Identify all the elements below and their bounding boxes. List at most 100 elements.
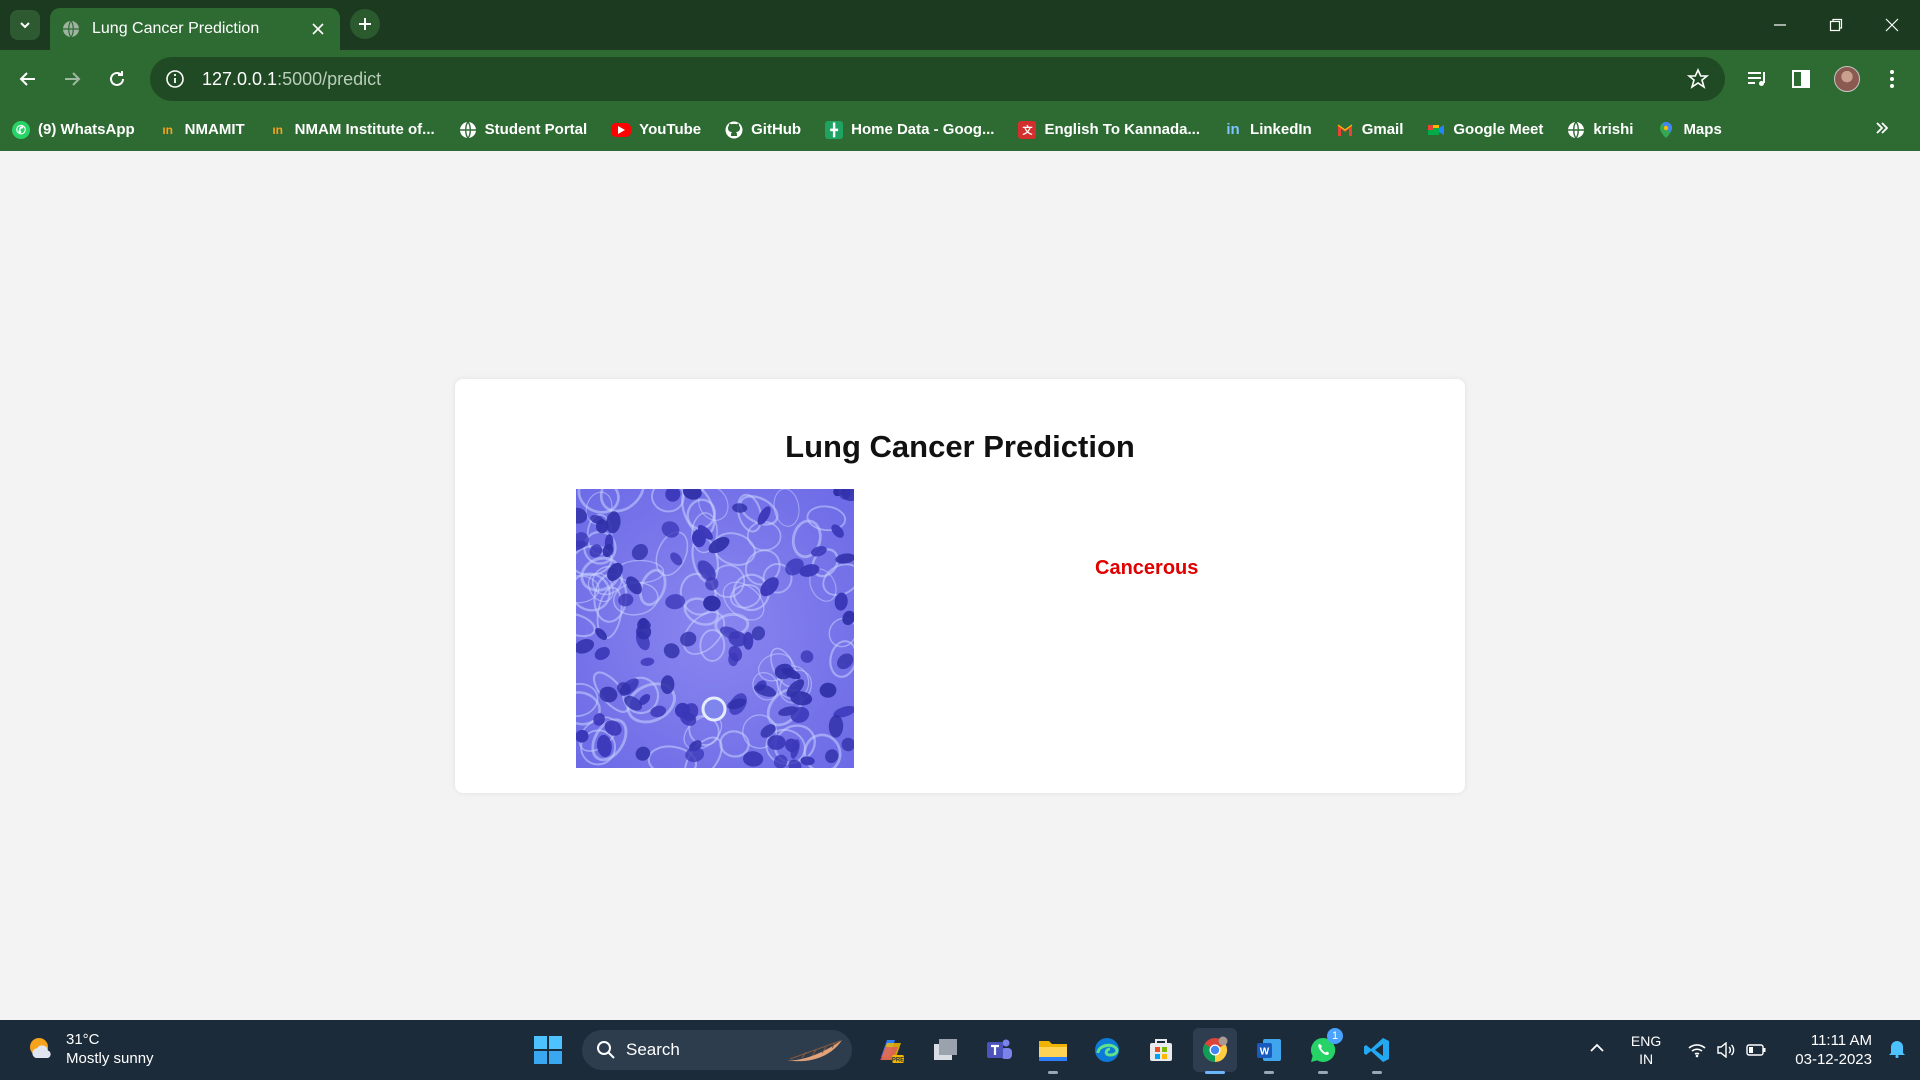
maps-icon bbox=[1660, 121, 1673, 138]
clock-time: 11:11 AM bbox=[1810, 1032, 1872, 1049]
input-language[interactable]: ENG IN bbox=[1631, 1032, 1661, 1068]
bookmark-google-meet[interactable]: Google Meet bbox=[1427, 121, 1543, 139]
bookmark-label: LinkedIn bbox=[1250, 121, 1312, 138]
running-indicator bbox=[1205, 1071, 1225, 1074]
bookmark-youtube[interactable]: YouTube bbox=[611, 121, 701, 138]
address-bar[interactable]: 127.0.0.1:5000/predict bbox=[150, 57, 1725, 101]
new-tab-button[interactable] bbox=[350, 9, 380, 39]
close-icon bbox=[1885, 18, 1899, 32]
meet-icon bbox=[1428, 124, 1445, 135]
store-icon bbox=[1150, 1039, 1172, 1061]
battery-icon bbox=[1746, 1043, 1766, 1057]
bookmark-star-button[interactable] bbox=[1686, 68, 1710, 95]
bookmark-gmail[interactable]: Gmail bbox=[1336, 121, 1404, 139]
browser-tabstrip: Lung Cancer Prediction bbox=[0, 0, 1920, 50]
bookmark-label: NMAM Institute of... bbox=[294, 121, 435, 138]
notification-badge: 1 bbox=[1327, 1028, 1343, 1044]
region-code: IN bbox=[1639, 1051, 1654, 1067]
page-viewport: Lung Cancer Prediction Cancerous bbox=[0, 151, 1920, 1020]
start-button[interactable] bbox=[526, 1028, 570, 1072]
uploaded-tissue-image bbox=[576, 489, 854, 768]
teams-icon bbox=[987, 1039, 1012, 1059]
bookmark-label: Maps bbox=[1683, 121, 1722, 138]
bookmark-github[interactable]: GitHub bbox=[725, 121, 801, 139]
back-button[interactable] bbox=[12, 63, 44, 95]
taskbar-copilot[interactable]: PRE bbox=[869, 1028, 913, 1072]
media-control-button[interactable] bbox=[1741, 63, 1773, 95]
bell-icon bbox=[1889, 1040, 1905, 1058]
minimize-button[interactable] bbox=[1752, 0, 1808, 50]
bookmark-home-data[interactable]: ╋ Home Data - Goog... bbox=[825, 120, 994, 139]
bookmark-maps[interactable]: Maps bbox=[1657, 121, 1722, 139]
info-icon bbox=[166, 70, 184, 88]
plus-icon bbox=[359, 18, 371, 30]
clock[interactable]: 11:11 AM 03-12-2023 bbox=[1795, 1031, 1872, 1069]
bookmarks-overflow-button[interactable] bbox=[1874, 120, 1890, 141]
site-info-button[interactable] bbox=[164, 68, 186, 90]
bookmark-nmam-institute[interactable]: ın NMAM Institute of... bbox=[269, 121, 435, 139]
bookmark-label: GitHub bbox=[751, 121, 802, 138]
prediction-result: Cancerous bbox=[1095, 557, 1199, 579]
taskbar-vscode[interactable] bbox=[1355, 1028, 1399, 1074]
system-tray: ENG IN 11:11 AM 03-12-2023 bbox=[1589, 1020, 1920, 1080]
bookmark-student-portal[interactable]: Student Portal bbox=[459, 121, 588, 139]
profile-button[interactable] bbox=[1831, 63, 1863, 95]
weather-sun-cloud-icon bbox=[26, 1034, 56, 1064]
url-host: 127.0.0.1 bbox=[202, 68, 278, 89]
running-indicator bbox=[1048, 1071, 1058, 1074]
taskbar-word[interactable]: W bbox=[1247, 1028, 1291, 1074]
bookmark-krishi[interactable]: krishi bbox=[1567, 121, 1633, 139]
edge-icon bbox=[1095, 1038, 1119, 1062]
show-hidden-icons-button[interactable] bbox=[1589, 1040, 1605, 1061]
url-text: 127.0.0.1:5000/predict bbox=[202, 69, 381, 90]
notifications-button[interactable] bbox=[1888, 1038, 1906, 1063]
folder-icon bbox=[1039, 1041, 1067, 1061]
taskbar-teams[interactable] bbox=[977, 1028, 1021, 1072]
bookmark-linkedin[interactable]: in LinkedIn bbox=[1224, 121, 1312, 139]
bookmark-english-to-kannada[interactable]: 文 English To Kannada... bbox=[1018, 120, 1200, 139]
tab-active[interactable]: Lung Cancer Prediction bbox=[50, 8, 340, 50]
bookmark-label: Student Portal bbox=[484, 121, 588, 138]
bookmark-label: Gmail bbox=[1361, 121, 1404, 138]
bookmark-whatsapp[interactable]: ✆ (9) WhatsApp bbox=[12, 120, 135, 139]
side-panel-button[interactable] bbox=[1785, 63, 1817, 95]
taskbar-whatsapp[interactable]: 1 bbox=[1301, 1028, 1345, 1074]
sheets-icon: ╋ bbox=[825, 120, 844, 139]
gmail-icon bbox=[1337, 124, 1353, 136]
whatsapp-icon: ✆ bbox=[12, 120, 30, 139]
svg-text:W: W bbox=[1260, 1047, 1270, 1058]
side-panel-icon bbox=[1792, 70, 1810, 88]
taskbar-edge[interactable] bbox=[1085, 1028, 1129, 1072]
weather-desc: Mostly sunny bbox=[66, 1050, 154, 1067]
weather-widget[interactable]: 31°C Mostly sunny bbox=[26, 1030, 154, 1068]
bookmark-label: NMAMIT bbox=[184, 121, 245, 138]
tab-close-button[interactable] bbox=[308, 19, 328, 39]
youtube-icon bbox=[611, 122, 632, 137]
restore-icon bbox=[1829, 18, 1843, 32]
taskbar-file-explorer[interactable] bbox=[1031, 1028, 1075, 1074]
tab-search-button[interactable] bbox=[10, 10, 40, 40]
avatar bbox=[1834, 66, 1860, 92]
restore-button[interactable] bbox=[1808, 0, 1864, 50]
taskbar-task-view[interactable] bbox=[923, 1028, 967, 1072]
taskbar-store[interactable] bbox=[1139, 1028, 1183, 1072]
close-window-button[interactable] bbox=[1864, 0, 1920, 50]
translate-icon: 文 bbox=[1018, 120, 1037, 139]
running-indicator bbox=[1372, 1071, 1382, 1074]
chrome-menu-button[interactable] bbox=[1876, 63, 1908, 95]
taskbar-chrome[interactable] bbox=[1193, 1028, 1237, 1074]
media-queue-icon bbox=[1748, 72, 1765, 86]
globe-icon bbox=[459, 121, 476, 138]
quick-settings[interactable] bbox=[1683, 1042, 1771, 1058]
bookmark-label: (9) WhatsApp bbox=[38, 121, 135, 138]
arrow-right-icon bbox=[65, 72, 81, 86]
task-view-icon bbox=[934, 1039, 957, 1060]
browser-toolbar: 127.0.0.1:5000/predict bbox=[0, 50, 1920, 108]
taskbar-apps: Search PRE W 1 bbox=[526, 1028, 1404, 1074]
bookmark-nmamit[interactable]: ın NMAMIT bbox=[159, 121, 245, 139]
svg-text:PRE: PRE bbox=[892, 1058, 904, 1064]
taskbar-search[interactable]: Search bbox=[582, 1030, 852, 1070]
github-icon bbox=[725, 121, 743, 138]
forward-button[interactable] bbox=[56, 63, 88, 95]
reload-button[interactable] bbox=[101, 63, 133, 95]
